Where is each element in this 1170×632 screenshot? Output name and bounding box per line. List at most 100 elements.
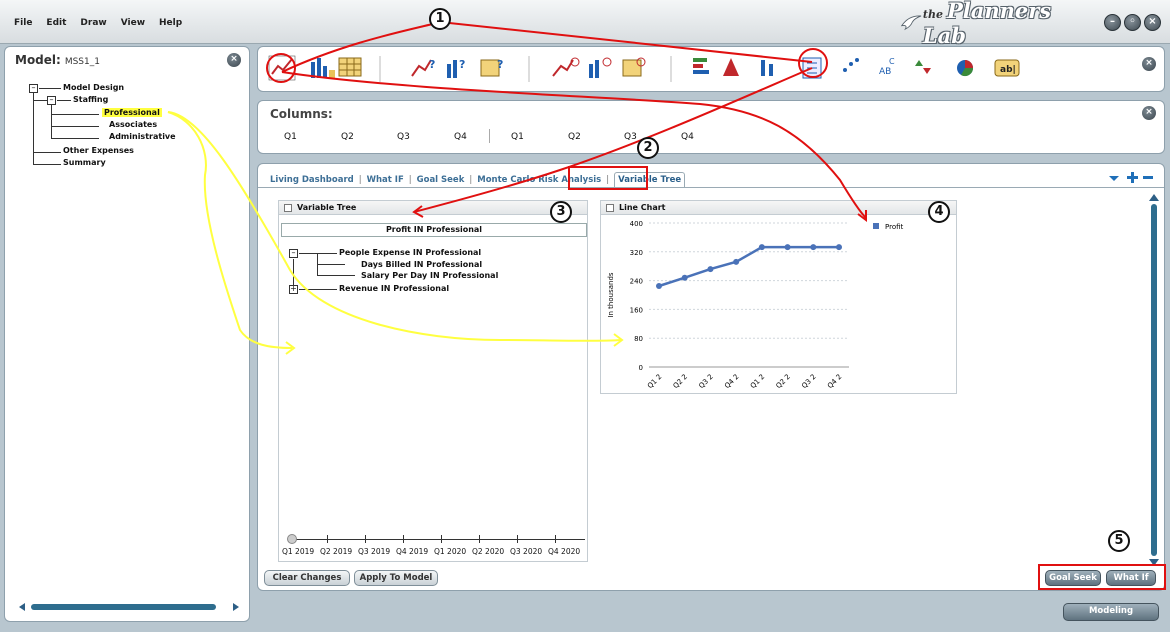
menu-file[interactable]: File [14, 18, 32, 28]
column-header[interactable]: Q4 [454, 132, 467, 142]
clear-changes-button[interactable]: Clear Changes [264, 570, 350, 586]
bar-whatif-icon[interactable]: ? [447, 58, 465, 78]
tornado-chart-icon[interactable] [693, 58, 709, 74]
data-point [784, 244, 791, 251]
horizontal-scrollbar[interactable] [19, 601, 239, 613]
goal-seek-button[interactable]: Goal Seek [1045, 570, 1101, 586]
table-goalseek-icon[interactable] [622, 57, 646, 77]
timeline-label: Q4 2019 [396, 547, 429, 556]
svg-text:C: C [889, 57, 895, 66]
x-tick-label: Q1 2 [749, 373, 766, 390]
annotation-2: 2 [637, 137, 659, 159]
up-down-icon[interactable] [915, 60, 931, 74]
columns-title: Columns: [270, 107, 333, 121]
menu-draw[interactable]: Draw [80, 18, 106, 28]
svg-text:?: ? [497, 58, 503, 71]
legend-swatch [873, 223, 879, 229]
menu-help[interactable]: Help [159, 18, 182, 28]
line-chart-checkbox[interactable] [606, 204, 614, 212]
collapse-model-design-icon[interactable]: – [29, 84, 38, 93]
column-header[interactable]: Q3 [397, 132, 410, 142]
menu-edit[interactable]: Edit [46, 18, 66, 28]
table-whatif-icon[interactable]: ? [480, 58, 503, 77]
toolbar-icons: ? ? ? ABC ab| [268, 55, 1020, 82]
tree-model-design[interactable]: Model Design [63, 83, 124, 92]
y-tick-label: 320 [630, 249, 643, 257]
bar-goalseek-icon[interactable] [589, 57, 612, 78]
text-label-icon[interactable]: ab| [994, 59, 1020, 77]
data-point [707, 266, 714, 273]
pie-chart-icon[interactable] [957, 60, 974, 77]
timeline-label: Q3 2019 [358, 547, 391, 556]
expand-revenue-icon[interactable]: + [289, 285, 298, 294]
close-toolbar-button[interactable]: × [1142, 57, 1156, 71]
model-panel: Model: MSS1_1 × – Model Design – Staffing… [4, 46, 250, 622]
menu-view[interactable]: View [121, 18, 145, 28]
tree-administrative[interactable]: Administrative [109, 132, 176, 141]
svg-text:?: ? [429, 58, 435, 71]
x-tick-label: Q2 2 [775, 373, 792, 390]
add-icon[interactable] [1127, 172, 1138, 183]
tree-associates[interactable]: Associates [109, 120, 157, 129]
tab-what-if[interactable]: What IF [367, 175, 404, 185]
variable-people-expense[interactable]: People Expense IN Professional [339, 248, 481, 257]
tree-summary[interactable]: Summary [63, 158, 106, 167]
tree-professional[interactable]: Professional [102, 108, 162, 117]
variable-salary-per-day[interactable]: Salary Per Day IN Professional [361, 271, 498, 280]
timeline-axis [289, 539, 585, 540]
tab-living-dashboard[interactable]: Living Dashboard [270, 175, 354, 185]
column-header[interactable]: Q1 [284, 132, 297, 142]
menu-bar: File Edit Draw View Help [14, 18, 182, 28]
line-chart-icon[interactable] [268, 55, 296, 81]
line-chart-title: Line Chart [619, 203, 666, 212]
line-whatif-icon[interactable]: ? [411, 58, 435, 77]
table-icon[interactable] [338, 57, 362, 77]
tree-other-expenses[interactable]: Other Expenses [63, 146, 134, 155]
data-point [733, 258, 740, 265]
restore-button[interactable]: ◦ [1124, 14, 1141, 31]
variable-days-billed[interactable]: Days Billed IN Professional [361, 260, 482, 269]
x-tick-label: Q4 2 [826, 373, 843, 390]
dropdown-icon[interactable] [1109, 176, 1119, 181]
minimize-button[interactable]: – [1104, 14, 1121, 31]
tab-goal-seek[interactable]: Goal Seek [417, 175, 465, 185]
column-header[interactable]: Q3 [624, 132, 637, 142]
collapse-people-expense-icon[interactable]: – [289, 249, 298, 258]
tab-monte-carlo[interactable]: Monte Carlo Risk Analysis [477, 175, 601, 185]
data-point [836, 244, 842, 251]
column-header[interactable]: Q4 [681, 132, 694, 142]
x-tick-label: Q3 2 [697, 373, 714, 390]
distribution-chart-icon[interactable] [723, 58, 739, 76]
vertical-scrollbar[interactable] [1148, 194, 1160, 566]
variable-tree-icon[interactable] [802, 57, 822, 79]
variable-revenue[interactable]: Revenue IN Professional [339, 284, 449, 293]
what-if-button[interactable]: What If [1106, 570, 1156, 586]
apply-to-model-button[interactable]: Apply To Model [354, 570, 438, 586]
sensitivity-chart-icon[interactable] [761, 60, 773, 76]
tree-staffing[interactable]: Staffing [73, 95, 108, 104]
line-goalseek-icon[interactable] [552, 57, 580, 77]
variable-root[interactable]: Profit IN Professional [281, 223, 587, 237]
line-chart-panel: Line Chart 0 80 160 240 320 400 In thousands Q1… [600, 200, 957, 394]
column-header[interactable]: Q2 [568, 132, 581, 142]
column-header[interactable]: Q1 [511, 132, 524, 142]
scatter-icon[interactable] [843, 58, 859, 72]
tab-variable-tree[interactable]: Variable Tree [614, 172, 686, 187]
column-header[interactable]: Q2 [341, 132, 354, 142]
data-point [656, 283, 662, 289]
annotation-4: 4 [928, 201, 950, 223]
remove-icon[interactable] [1143, 176, 1153, 179]
y-tick-label: 0 [639, 364, 643, 372]
abc-icon[interactable]: ABC [879, 57, 895, 77]
close-window-button[interactable]: × [1144, 14, 1161, 31]
variable-tree-checkbox[interactable] [284, 204, 292, 212]
bird-logo-icon [900, 15, 922, 31]
variable-tree-panel: Variable Tree Profit IN Professional – P… [278, 200, 588, 562]
modeling-button[interactable]: Modeling [1063, 603, 1159, 621]
close-columns-button[interactable]: × [1142, 106, 1156, 120]
annotation-3: 3 [550, 201, 572, 223]
collapse-staffing-icon[interactable]: – [47, 96, 56, 105]
bar-chart-icon[interactable] [311, 58, 335, 78]
timeline-slider-handle[interactable] [287, 534, 297, 544]
scrollbar-track-icon [19, 603, 239, 611]
